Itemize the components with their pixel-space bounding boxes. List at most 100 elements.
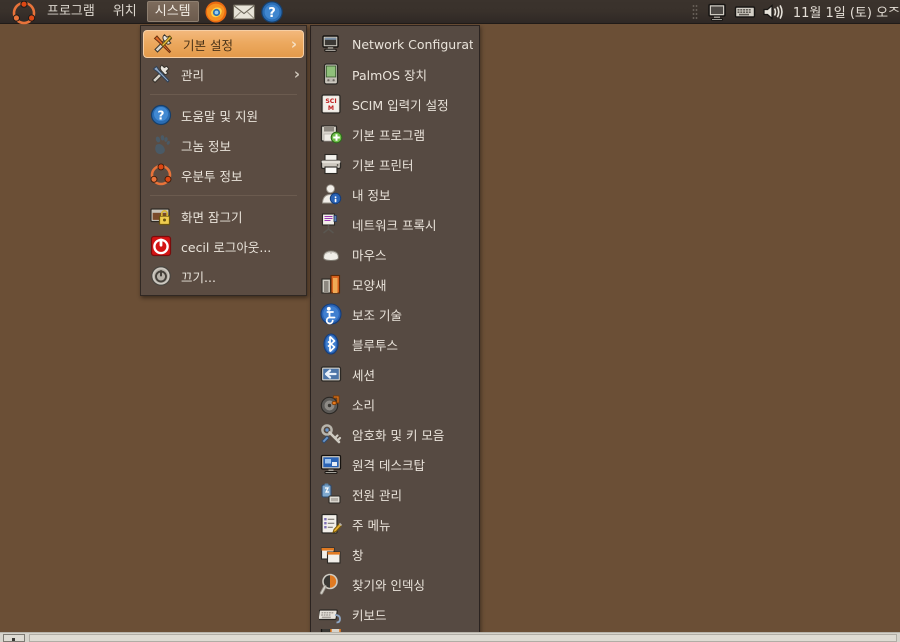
firefox-icon[interactable] [204, 0, 228, 24]
top-panel: 프로그램 위치 시스템 ? 11월 1일 (토) 오ᄌ [0, 0, 900, 24]
search-indexing-icon [319, 572, 343, 596]
submenu-item-network-proxy[interactable]: 네트워크 프록시 [311, 209, 479, 239]
mail-icon[interactable] [232, 0, 256, 24]
administration-icon [149, 62, 173, 86]
logout-icon [149, 234, 173, 258]
submenu-item-bluetooth[interactable]: 블루투스 [311, 329, 479, 359]
encryption-keyring-icon [319, 422, 343, 446]
menu-item-preferences[interactable]: 기본 설정 › [143, 30, 304, 58]
help-icon[interactable]: ? [260, 0, 284, 24]
submenu-item-label: PalmOS 장치 [352, 67, 428, 83]
menu-item-label: cecil 로그아웃... [181, 239, 272, 255]
network-config-icon [319, 32, 343, 56]
main-menu-icon [319, 512, 343, 536]
submenu-item-sound[interactable]: 소리 [311, 389, 479, 419]
keyboard-tray-icon[interactable] [733, 0, 757, 24]
menu-item-label: 그놈 정보 [181, 138, 231, 154]
menu-item-about-gnome[interactable]: 그놈 정보 [141, 130, 306, 160]
submenu-item-label: 키보드 [352, 607, 387, 623]
submenu-item-assistive-technology[interactable]: 보조 기술 [311, 299, 479, 329]
submenu-item-main-menu[interactable]: 주 메뉴 [311, 509, 479, 539]
panel-clock[interactable]: 11월 1일 (토) 오ᄌ [787, 2, 900, 21]
svg-text:?: ? [268, 6, 276, 21]
submenu-item-power-management[interactable]: 전원 관리 [311, 479, 479, 509]
submenu-item-preferred-applications[interactable]: 기본 프로그램 [311, 119, 479, 149]
menu-separator [150, 94, 297, 95]
accessibility-icon [319, 302, 343, 326]
submenu-item-windows[interactable]: 창 [311, 539, 479, 569]
panel-menu-applications[interactable]: 프로그램 [39, 1, 103, 22]
submenu-item-mouse[interactable]: 마우스 [311, 239, 479, 269]
submenu-item-label: 소리 [352, 397, 376, 413]
panel-menu-places[interactable]: 위치 [105, 1, 145, 22]
submenu-item-palmos-devices[interactable]: PalmOS 장치 [311, 59, 479, 89]
panel-drag-handle[interactable] [691, 3, 698, 20]
submenu-item-label: Network Configuration [352, 36, 473, 52]
volume-icon[interactable] [761, 0, 785, 24]
menu-item-help-support[interactable]: ? 도움말 및 지원 [141, 100, 306, 130]
submenu-item-remote-desktop[interactable]: 원격 데스크탑 [311, 449, 479, 479]
menu-item-lock-screen[interactable]: 화면 잠그기 [141, 201, 306, 231]
menu-item-shutdown[interactable]: 끄기... [141, 261, 306, 291]
chevron-right-icon: › [293, 65, 300, 83]
bluetooth-icon [319, 332, 343, 356]
submenu-item-label: 원격 데스크탑 [352, 457, 425, 473]
menu-item-label: 관리 [181, 67, 205, 83]
session-icon [319, 362, 343, 386]
submenu-item-label: 블루투스 [352, 337, 399, 353]
submenu-item-label: 암호화 및 키 모음 [352, 427, 445, 443]
submenu-item-appearance[interactable]: 모양새 [311, 269, 479, 299]
submenu-item-label: 마우스 [352, 247, 387, 263]
menu-item-administration[interactable]: 관리 › [141, 59, 306, 89]
svg-text:SCI: SCI [325, 98, 336, 105]
menu-item-label: 도움말 및 지원 [181, 108, 258, 124]
scim-icon: SCI M [319, 92, 343, 116]
menu-item-label: 화면 잠그기 [181, 209, 243, 225]
panel-menu-system[interactable]: 시스템 [146, 1, 199, 22]
submenu-item-label: 주 메뉴 [352, 517, 391, 533]
svg-text:M: M [328, 105, 334, 112]
display-icon[interactable] [705, 0, 729, 24]
submenu-item-label: 모양새 [352, 277, 387, 293]
submenu-item-label: 기본 프로그램 [352, 127, 425, 143]
panel-menu-bar: 프로그램 위치 시스템 ? [0, 0, 286, 24]
printer-icon [319, 152, 343, 176]
submenu-item-label: 창 [352, 547, 364, 563]
keyboard-icon [319, 602, 343, 626]
submenu-item-sessions[interactable]: 세션 [311, 359, 479, 389]
submenu-item-label: 기본 프린터 [352, 157, 414, 173]
submenu-item-label: 내 정보 [352, 187, 391, 203]
chevron-right-icon: › [290, 35, 297, 53]
panel-notification-area: 11월 1일 (토) 오ᄌ [690, 0, 900, 24]
submenu-item-search-and-indexing[interactable]: 찾기와 인덱싱 [311, 569, 479, 599]
submenu-item-label: 세션 [352, 367, 376, 383]
gnome-foot-icon [149, 133, 173, 157]
menu-item-about-ubuntu[interactable]: 우분투 정보 [141, 160, 306, 190]
help-circle-icon: ? [149, 103, 173, 127]
submenu-item-scim-input-method[interactable]: SCI M SCIM 입력기 설정 [311, 89, 479, 119]
submenu-item-about-me[interactable]: 내 정보 [311, 179, 479, 209]
submenu-item-label: 네트워크 프록시 [352, 217, 437, 233]
submenu-item-network-configuration[interactable]: Network Configuration [311, 29, 479, 59]
network-proxy-icon [319, 212, 343, 236]
window-list[interactable] [29, 633, 897, 642]
preferences-submenu-popup: Network Configuration PalmOS 장치 SCI M SC… [310, 25, 480, 642]
ubuntu-logo-icon [149, 163, 173, 187]
svg-text:?: ? [158, 109, 165, 123]
submenu-item-label: 보조 기술 [352, 307, 402, 323]
submenu-item-label: SCIM 입력기 설정 [352, 97, 449, 113]
windows-icon [319, 542, 343, 566]
menu-item-logout[interactable]: cecil 로그아웃... [141, 231, 306, 261]
bottom-panel [0, 632, 900, 642]
power-management-icon [319, 482, 343, 506]
ubuntu-logo-icon[interactable] [12, 0, 36, 24]
show-desktop-button[interactable] [3, 633, 25, 642]
submenu-item-keyboard[interactable]: 키보드 [311, 599, 479, 629]
sound-icon [319, 392, 343, 416]
about-me-icon [319, 182, 343, 206]
menu-item-label: 우분투 정보 [181, 168, 243, 184]
submenu-item-encryption-keyrings[interactable]: 암호화 및 키 모음 [311, 419, 479, 449]
preferences-icon [151, 32, 175, 56]
submenu-item-default-printer[interactable]: 기본 프린터 [311, 149, 479, 179]
appearance-icon [319, 272, 343, 296]
